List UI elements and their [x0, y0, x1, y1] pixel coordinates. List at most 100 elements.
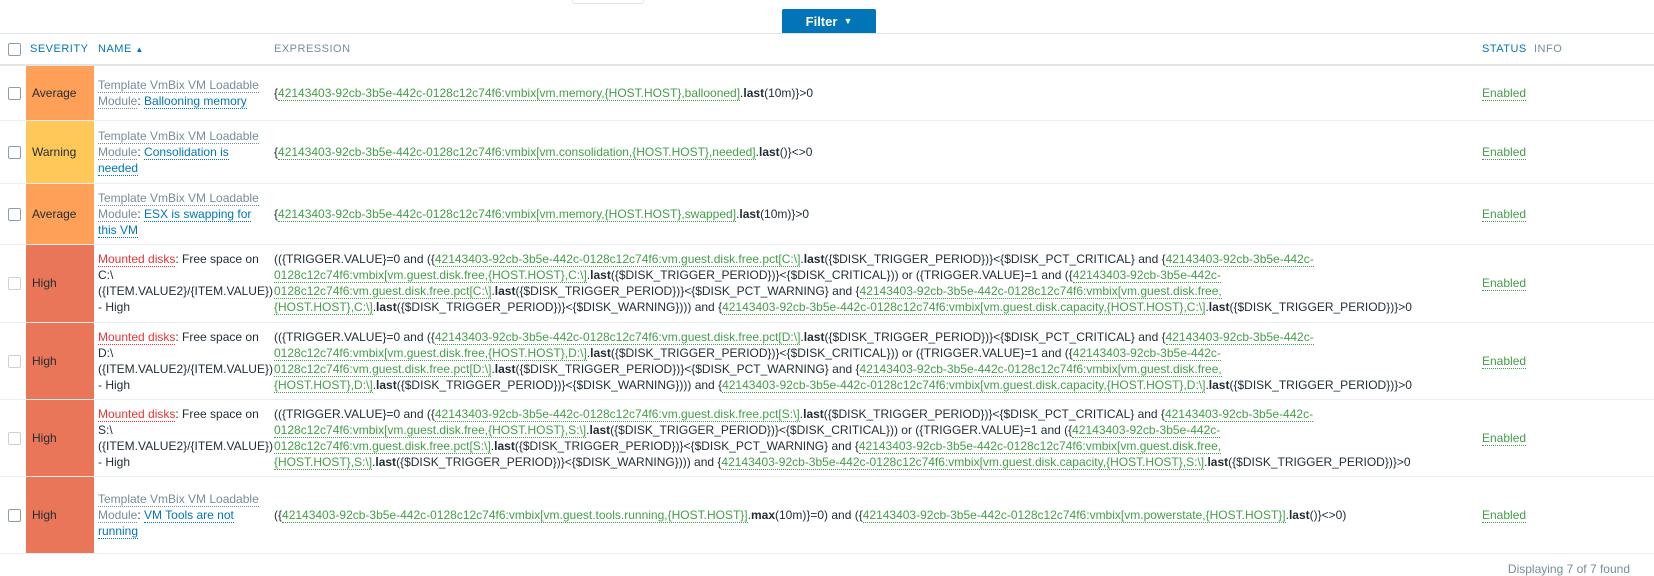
severity-badge: High: [26, 399, 94, 477]
filter-button[interactable]: Filter ▼: [782, 9, 876, 33]
row-select-cell[interactable]: [0, 399, 26, 477]
row-select-cell[interactable]: [0, 65, 26, 121]
table-row: Average Template VmBix VM Loadable Modul…: [0, 183, 1654, 245]
expression-cell: (({TRIGGER.VALUE}=0 and ({42143403-92cb-…: [270, 322, 1478, 400]
status-toggle-link[interactable]: Enabled: [1482, 206, 1527, 222]
item-key-link[interactable]: 42143403-92cb-3b5e-442c-0128c12c74f6:vmb…: [278, 85, 741, 101]
item-key-link[interactable]: 42143403-92cb-3b5e-442c-0128c12c74f6:vmb…: [862, 507, 1286, 523]
row-select-cell[interactable]: [0, 183, 26, 245]
function-name: last: [759, 144, 780, 159]
function-name: last: [1208, 300, 1230, 314]
trigger-name-link[interactable]: Ballooning memory: [144, 93, 247, 109]
info-header: INFO: [1530, 34, 1654, 66]
function-name: last: [803, 406, 824, 421]
status-cell: Enabled: [1478, 65, 1530, 121]
expression-text: ()}<>0: [779, 144, 813, 159]
row-select-cell[interactable]: [0, 322, 26, 400]
expression-text: ({$DISK_TRIGGER_PERIOD})}<{$DISK_CRITICA…: [610, 422, 1073, 437]
chevron-down-icon: ▼: [843, 16, 853, 26]
item-key-link[interactable]: 42143403-92cb-3b5e-442c-0128c12c74f6:vm.…: [434, 252, 801, 267]
table-row: High Mounted disks: Free space on D:\ ({…: [0, 322, 1654, 400]
expression-text: (({TRIGGER.VALUE}=0 and ({: [274, 329, 435, 344]
item-key-link[interactable]: 42143403-92cb-3b5e-442c-0128c12c74f6:vmb…: [722, 300, 1206, 315]
status-cell: Enabled: [1478, 399, 1530, 477]
expression-header: EXPRESSION: [270, 34, 1478, 66]
row-select-cell[interactable]: [0, 244, 26, 323]
status-toggle-link[interactable]: Enabled: [1482, 144, 1527, 160]
row-select-cell[interactable]: [0, 120, 26, 184]
item-key-link[interactable]: 42143403-92cb-3b5e-442c-0128c12c74f6:vm.…: [434, 329, 801, 345]
info-cell: [1530, 322, 1654, 400]
function-name: last: [590, 345, 611, 360]
table-row: High Mounted disks: Free space on C:\ ({…: [0, 244, 1654, 323]
name-cell: Template VmBix VM Loadable Module: Ballo…: [94, 65, 270, 121]
severity-badge: High: [26, 322, 94, 400]
expression-cell: (({TRIGGER.VALUE}=0 and ({42143403-92cb-…: [270, 244, 1478, 323]
item-key-link[interactable]: 42143403-92cb-3b5e-442c-0128c12c74f6:vmb…: [278, 144, 756, 160]
name-header-label: NAME: [98, 43, 132, 55]
function-name: last: [494, 361, 516, 376]
expression-text: (10m)}=0) and ({: [775, 507, 863, 522]
row-checkbox[interactable]: [8, 87, 21, 101]
status-toggle-link[interactable]: Enabled: [1482, 276, 1527, 291]
status-toggle-link[interactable]: Enabled: [1482, 507, 1527, 523]
function-name: last: [1207, 454, 1229, 469]
filter-label: Filter: [805, 13, 838, 29]
expression-cell: ({42143403-92cb-3b5e-442c-0128c12c74f6:v…: [270, 476, 1478, 554]
info-cell: [1530, 476, 1654, 554]
expression-text: ({$DISK_TRIGGER_PERIOD})}<{$DISK_PCT_CRI…: [824, 252, 1166, 266]
expression-text: ({$DISK_TRIGGER_PERIOD})}<{$DISK_PCT_WAR…: [515, 284, 860, 298]
item-key-link[interactable]: 42143403-92cb-3b5e-442c-0128c12c74f6:vmb…: [722, 377, 1206, 393]
expression-cell: {42143403-92cb-3b5e-442c-0128c12c74f6:vm…: [270, 65, 1478, 121]
item-key-link[interactable]: 42143403-92cb-3b5e-442c-0128c12c74f6:vmb…: [278, 206, 737, 222]
expression-text: (10m)}>0: [760, 206, 810, 221]
table-row: Warning Template VmBix VM Loadable Modul…: [0, 120, 1654, 184]
expression-text: ({$DISK_TRIGGER_PERIOD})}<{$DISK_CRITICA…: [610, 268, 1073, 282]
tab-indicator: [572, 0, 644, 4]
template-link[interactable]: Mounted disks: [98, 252, 176, 267]
severity-badge: Average: [26, 65, 94, 121]
item-key-link[interactable]: 42143403-92cb-3b5e-442c-0128c12c74f6:vmb…: [282, 507, 748, 523]
name-cell: Template VmBix VM Loadable Module: ESX i…: [94, 183, 270, 245]
item-key-link[interactable]: 42143403-92cb-3b5e-442c-0128c12c74f6:vm.…: [434, 406, 800, 422]
severity-header[interactable]: SEVERITY: [26, 34, 94, 66]
template-link[interactable]: Mounted disks: [98, 329, 176, 345]
function-name: last: [743, 85, 765, 100]
select-all-header[interactable]: [0, 34, 26, 66]
function-name: last: [739, 206, 761, 221]
function-name: last: [589, 422, 611, 437]
status-toggle-link[interactable]: Enabled: [1482, 353, 1527, 369]
expression-text: ({$DISK_TRIGGER_PERIOD})}<{$DISK_WARNING…: [396, 300, 723, 314]
name-cell: Mounted disks: Free space on S:\ ({ITEM.…: [94, 399, 273, 477]
function-name: last: [590, 268, 611, 282]
expression-text: ({$DISK_TRIGGER_PERIOD})}>0: [1229, 300, 1412, 314]
select-all-checkbox[interactable]: [8, 42, 21, 56]
table-row: High Mounted disks: Free space on S:\ ({…: [0, 399, 1654, 477]
template-link[interactable]: Mounted disks: [98, 406, 176, 422]
info-cell: [1530, 120, 1654, 184]
row-checkbox[interactable]: [8, 145, 21, 159]
row-checkbox[interactable]: [8, 207, 21, 221]
status-cell: Enabled: [1478, 120, 1530, 184]
function-name: max: [750, 507, 775, 522]
expression-text: (({TRIGGER.VALUE}=0 and ({: [274, 252, 435, 266]
name-cell: Mounted disks: Free space on D:\ ({ITEM.…: [94, 322, 273, 400]
row-checkbox[interactable]: [8, 354, 21, 368]
row-checkbox[interactable]: [8, 277, 21, 291]
status-header[interactable]: STATUS: [1478, 34, 1530, 66]
status-toggle-link[interactable]: Enabled: [1482, 430, 1527, 446]
function-name: last: [494, 284, 516, 298]
row-checkbox[interactable]: [8, 431, 21, 445]
expression-text: ({$DISK_TRIGGER_PERIOD})}<{$DISK_PCT_CRI…: [823, 406, 1165, 421]
expression-text: ({$DISK_TRIGGER_PERIOD})}<{$DISK_PCT_WAR…: [515, 361, 860, 376]
item-key-link[interactable]: 42143403-92cb-3b5e-442c-0128c12c74f6:vmb…: [721, 454, 1205, 470]
table-row: Average Template VmBix VM Loadable Modul…: [0, 65, 1654, 121]
function-name: last: [1288, 507, 1310, 522]
function-name: last: [803, 252, 825, 266]
row-checkbox[interactable]: [8, 508, 21, 522]
row-select-cell[interactable]: [0, 476, 26, 554]
triggers-table: SEVERITY NAME ▲ EXPRESSION STATUS INFO A…: [0, 34, 1654, 554]
status-toggle-link[interactable]: Enabled: [1482, 85, 1527, 101]
severity-badge: Warning: [26, 120, 94, 184]
name-header[interactable]: NAME ▲: [94, 34, 270, 66]
